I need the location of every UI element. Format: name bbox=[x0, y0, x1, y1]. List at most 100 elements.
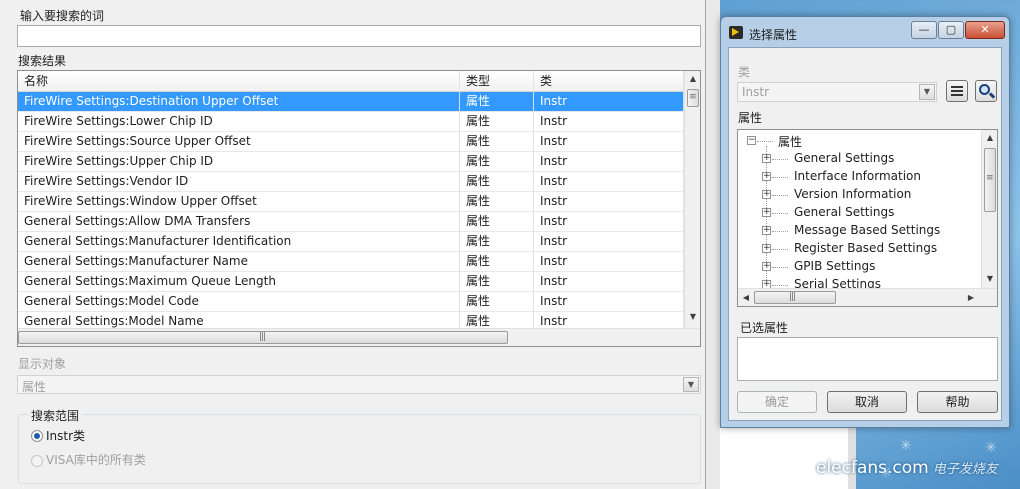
cell-type: 属性 bbox=[460, 132, 534, 152]
chevron-down-icon[interactable]: ▼ bbox=[919, 84, 935, 100]
table-row[interactable]: FireWire Settings:Source Upper Offset 属性 I… bbox=[18, 132, 684, 152]
expand-icon[interactable]: + bbox=[762, 154, 771, 163]
expand-icon[interactable]: + bbox=[762, 172, 771, 181]
search-button[interactable] bbox=[975, 80, 997, 102]
selected-properties-list[interactable] bbox=[737, 337, 998, 381]
cell-class: Instr bbox=[534, 292, 684, 312]
close-button[interactable]: ✕ bbox=[965, 21, 1005, 39]
table-row[interactable]: General Settings:Manufacturer Identifica… bbox=[18, 232, 684, 252]
cell-class: Instr bbox=[534, 112, 684, 132]
results-header: 名称 类型 类 bbox=[18, 71, 684, 92]
snowflake-icon: ✳ bbox=[900, 438, 912, 454]
expand-icon[interactable]: + bbox=[762, 226, 771, 235]
table-row[interactable]: FireWire Settings:Destination Upper Offs… bbox=[18, 92, 684, 112]
scroll-left-arrow-icon[interactable]: ◀ bbox=[741, 293, 751, 302]
radio-instr-class[interactable] bbox=[31, 430, 43, 442]
tree-root-node[interactable]: 属性 bbox=[778, 133, 802, 150]
dialog-titlebar[interactable]: 选择属性 — ▢ ✕ bbox=[721, 17, 1009, 47]
tree-hscrollbar[interactable]: ◀ ||| ▶ bbox=[738, 288, 997, 306]
table-row[interactable]: FireWire Settings:Lower Chip ID 属性 Instr bbox=[18, 112, 684, 132]
cell-name: FireWire Settings:Lower Chip ID bbox=[18, 112, 460, 132]
tree-node[interactable]: Version Information bbox=[794, 187, 911, 201]
search-scope-label: 搜索范围 bbox=[28, 407, 83, 424]
column-header-name[interactable]: 名称 bbox=[18, 71, 460, 92]
list-icon bbox=[951, 86, 963, 96]
class-select[interactable]: Instr ▼ bbox=[737, 82, 937, 102]
tree-vscrollbar[interactable]: ▲ ≡ ▼ bbox=[981, 130, 997, 288]
tree-node[interactable]: Message Based Settings bbox=[794, 223, 940, 237]
help-button[interactable]: 帮助 bbox=[917, 391, 998, 413]
cell-class: Instr bbox=[534, 152, 684, 172]
display-object-select[interactable]: 属性 ▼ bbox=[17, 375, 701, 394]
column-header-type[interactable]: 类型 bbox=[460, 71, 534, 92]
watermark: elecfans.com 电子发烧友 bbox=[816, 458, 998, 478]
tree-node[interactable]: GPIB Settings bbox=[794, 259, 875, 273]
results-hscrollbar[interactable]: ||| bbox=[18, 328, 700, 346]
scroll-up-arrow-icon[interactable]: ▲ bbox=[685, 74, 700, 83]
cell-class: Instr bbox=[534, 172, 684, 192]
dialog-title: 选择属性 bbox=[749, 28, 798, 42]
table-row[interactable]: General Settings:Model Code 属性 Instr bbox=[18, 292, 684, 312]
chevron-down-icon[interactable]: ▼ bbox=[683, 377, 699, 392]
tree-connector bbox=[772, 159, 788, 160]
expand-icon[interactable]: + bbox=[762, 262, 771, 271]
expand-icon[interactable]: + bbox=[762, 244, 771, 253]
search-input[interactable] bbox=[17, 25, 701, 47]
results-hscroll-thumb[interactable]: ||| bbox=[18, 331, 508, 344]
cell-name: FireWire Settings:Vendor ID bbox=[18, 172, 460, 192]
tree-connector bbox=[772, 249, 788, 250]
results-table[interactable]: 名称 类型 类 FireWire Settings:Destination Up… bbox=[17, 70, 701, 347]
grip-icon: ≡ bbox=[986, 173, 993, 183]
table-row[interactable]: FireWire Settings:Upper Chip ID 属性 Instr bbox=[18, 152, 684, 172]
maximize-icon: ▢ bbox=[945, 23, 957, 36]
cell-name: FireWire Settings:Upper Chip ID bbox=[18, 152, 460, 172]
collapse-icon[interactable]: − bbox=[747, 136, 756, 145]
scroll-up-arrow-icon[interactable]: ▲ bbox=[982, 133, 997, 142]
column-header-class[interactable]: 类 bbox=[534, 71, 684, 92]
class-label: 类 bbox=[738, 65, 751, 79]
tree-connector bbox=[772, 213, 788, 214]
tree-node[interactable]: Interface Information bbox=[794, 169, 921, 183]
play-icon bbox=[732, 28, 739, 36]
expand-icon[interactable]: + bbox=[762, 208, 771, 217]
table-row[interactable]: General Settings:Maximum Queue Length 属性 I… bbox=[18, 272, 684, 292]
search-label: 输入要搜索的词 bbox=[20, 9, 105, 23]
cell-class: Instr bbox=[534, 272, 684, 292]
scroll-down-arrow-icon[interactable]: ▼ bbox=[982, 274, 997, 283]
grip-icon: ||| bbox=[789, 292, 796, 302]
tree-node[interactable]: General Settings bbox=[794, 205, 894, 219]
cell-name: FireWire Settings:Source Upper Offset bbox=[18, 132, 460, 152]
list-view-button[interactable] bbox=[946, 80, 968, 102]
selected-properties-label: 已选属性 bbox=[740, 321, 789, 335]
tree-vscroll-thumb[interactable]: ≡ bbox=[984, 148, 996, 212]
cell-name: General Settings:Maximum Queue Length bbox=[18, 272, 460, 292]
scroll-right-arrow-icon[interactable]: ▶ bbox=[966, 293, 976, 302]
grip-icon: ||| bbox=[259, 332, 266, 342]
scroll-down-arrow-icon[interactable]: ▼ bbox=[685, 312, 700, 321]
ok-button[interactable]: 确定 bbox=[737, 391, 817, 413]
table-row[interactable]: FireWire Settings:Vendor ID 属性 Instr bbox=[18, 172, 684, 192]
cell-type: 属性 bbox=[460, 212, 534, 232]
cell-name: FireWire Settings:Destination Upper Offs… bbox=[18, 92, 460, 112]
radio-all-visa-classes-label: VISA库中的所有类 bbox=[46, 453, 146, 467]
magnifier-handle bbox=[988, 92, 996, 99]
minimize-button[interactable]: — bbox=[911, 21, 937, 39]
tree-connector bbox=[772, 195, 788, 196]
results-label: 搜索结果 bbox=[18, 54, 67, 68]
property-tree[interactable]: − 属性 + General Settings + Interface Informa… bbox=[737, 129, 998, 307]
results-vscroll-thumb[interactable]: ≡ bbox=[687, 89, 699, 107]
table-row[interactable]: FireWire Settings:Window Upper Offset 属性 I… bbox=[18, 192, 684, 212]
cell-name: General Settings:Model Code bbox=[18, 292, 460, 312]
table-row[interactable]: General Settings:Manufacturer Name 属性 Inst… bbox=[18, 252, 684, 272]
tree-node[interactable]: General Settings bbox=[794, 151, 894, 165]
cancel-button[interactable]: 取消 bbox=[827, 391, 907, 413]
search-window: 输入要搜索的词 搜索结果 名称 类型 类 FireWire Settings:D… bbox=[0, 0, 706, 489]
results-vscrollbar[interactable]: ▲ ≡ ▼ bbox=[684, 71, 700, 328]
tree-node[interactable]: Register Based Settings bbox=[794, 241, 937, 255]
radio-all-visa-classes[interactable] bbox=[31, 455, 43, 467]
tree-connector bbox=[772, 231, 788, 232]
expand-icon[interactable]: + bbox=[762, 190, 771, 199]
tree-hscroll-thumb[interactable]: ||| bbox=[754, 291, 836, 304]
table-row[interactable]: General Settings:Allow DMA Transfers 属性 In… bbox=[18, 212, 684, 232]
maximize-button[interactable]: ▢ bbox=[938, 21, 964, 39]
